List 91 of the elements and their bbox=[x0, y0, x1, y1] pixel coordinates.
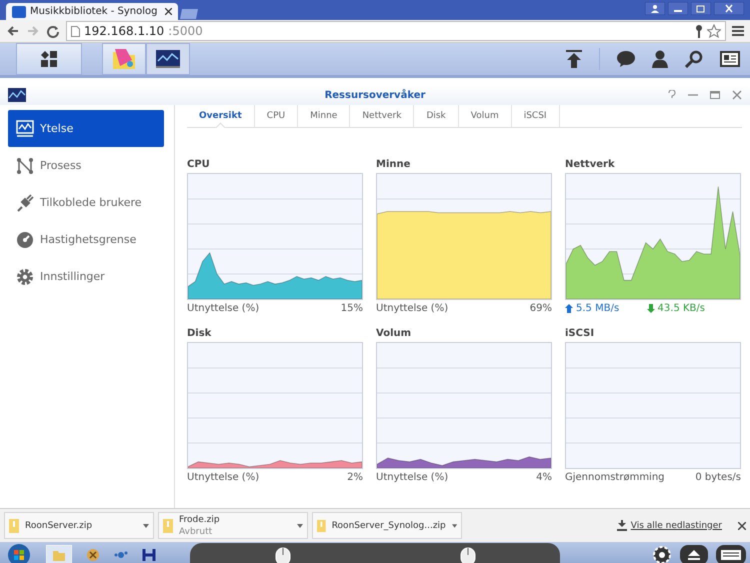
panel-title: CPU bbox=[187, 159, 211, 170]
download-item[interactable]: RoonServer_Synolog...zip bbox=[312, 512, 462, 539]
download-item[interactable]: RoonServer.zip bbox=[4, 512, 154, 539]
footer-value: 69% bbox=[530, 303, 552, 314]
caret-icon[interactable] bbox=[452, 524, 457, 528]
sidebar-item[interactable]: Prosess bbox=[8, 147, 164, 184]
menu-icon[interactable] bbox=[732, 25, 744, 37]
upload-icon[interactable] bbox=[566, 50, 582, 68]
download-speed: 43.5 KB/s bbox=[658, 303, 705, 314]
browser-tab[interactable]: Musikkbibliotek - Synolog bbox=[6, 3, 178, 20]
sidebar-item[interactable]: Ytelse bbox=[8, 110, 164, 147]
footer-value: 4% bbox=[536, 472, 552, 483]
panel-title: Nettverk bbox=[565, 159, 616, 170]
new-tab-icon[interactable] bbox=[178, 8, 200, 20]
sidebar-item[interactable]: Innstillinger bbox=[8, 258, 164, 295]
panel-title: Volum bbox=[376, 328, 412, 339]
folder-icon bbox=[112, 48, 136, 70]
monitor-chart-icon bbox=[8, 88, 26, 102]
page-icon bbox=[71, 26, 80, 36]
star-icon[interactable] bbox=[707, 24, 721, 38]
keyboard-icon[interactable] bbox=[716, 545, 746, 563]
gauge-icon bbox=[16, 230, 34, 248]
start-icon[interactable] bbox=[6, 543, 32, 563]
gear-icon[interactable] bbox=[652, 545, 672, 563]
footer-value: 15% bbox=[340, 303, 363, 314]
panel-title: Disk bbox=[187, 328, 212, 339]
close-icon[interactable] bbox=[738, 522, 746, 530]
panel-title: Minne bbox=[376, 159, 412, 170]
zip-file-icon bbox=[9, 518, 19, 532]
nodes-icon bbox=[16, 156, 34, 174]
upload-speed: 5.5 MB/s bbox=[576, 303, 620, 314]
zip-file-icon bbox=[163, 518, 173, 532]
url-text: 192.168.1.10 bbox=[84, 24, 164, 38]
tab-title: Musikkbibliotek - Synolog bbox=[30, 6, 158, 17]
key-icon bbox=[695, 24, 703, 38]
main-menu-button[interactable] bbox=[16, 43, 82, 75]
user-icon[interactable] bbox=[645, 2, 665, 15]
h-icon[interactable] bbox=[142, 548, 156, 562]
chart-icon bbox=[16, 120, 34, 138]
tab[interactable]: Volum bbox=[458, 105, 512, 127]
minimize-icon[interactable] bbox=[668, 2, 688, 15]
help-icon[interactable] bbox=[668, 90, 676, 100]
footer-label: Utnyttelse (%) bbox=[376, 303, 448, 314]
tab[interactable]: iSCSI bbox=[512, 105, 560, 127]
caret-icon[interactable] bbox=[143, 524, 149, 528]
download-status: Avbrutt bbox=[179, 526, 214, 538]
mouse-icon[interactable] bbox=[458, 546, 476, 563]
footer-value: 0 bytes/s bbox=[695, 472, 741, 483]
tab[interactable]: CPU bbox=[254, 105, 298, 127]
zip-file-icon bbox=[317, 518, 326, 532]
footer-label: Utnyttelse (%) bbox=[187, 472, 260, 483]
file-name: Frode.zip bbox=[179, 514, 221, 526]
maximize-icon[interactable] bbox=[710, 90, 720, 100]
file-name: RoonServer.zip bbox=[25, 520, 94, 532]
panel-title: iSCSI bbox=[565, 328, 596, 339]
plug-icon bbox=[16, 194, 34, 212]
caret-icon[interactable] bbox=[297, 524, 303, 528]
tab[interactable]: Disk bbox=[414, 105, 459, 127]
dsm-logo-icon bbox=[12, 6, 26, 18]
tab[interactable]: Nettverk bbox=[350, 105, 414, 127]
search-icon[interactable] bbox=[685, 50, 703, 68]
show-all-downloads-link[interactable]: Vis alle nedlastinger bbox=[630, 520, 722, 530]
upload-arrow-icon bbox=[565, 304, 573, 313]
resource-monitor-button[interactable] bbox=[146, 43, 190, 75]
monitor-chart-icon bbox=[156, 50, 180, 68]
footer-value: 2% bbox=[347, 472, 363, 483]
download-icon bbox=[616, 520, 627, 531]
mouse-icon[interactable] bbox=[274, 546, 292, 563]
eject-icon[interactable] bbox=[680, 545, 708, 563]
back-icon[interactable] bbox=[6, 24, 20, 38]
tab[interactable]: Minne bbox=[298, 105, 350, 127]
footer-label: Gjennomstrømming bbox=[565, 472, 665, 483]
footer-label: Utnyttelse (%) bbox=[187, 303, 260, 314]
download-item[interactable]: Frode.zip Avbrutt bbox=[158, 512, 308, 539]
file-name: RoonServer_Synolog...zip bbox=[332, 520, 446, 532]
close-icon[interactable] bbox=[714, 2, 744, 15]
sidebar-item[interactable]: Hastighetsgrense bbox=[8, 221, 164, 258]
sidebar-item[interactable]: Tilkoblede brukere bbox=[8, 184, 164, 221]
settings-icon bbox=[16, 268, 34, 286]
grid-icon bbox=[40, 50, 58, 68]
footer-label: Utnyttelse (%) bbox=[376, 472, 448, 483]
window-title: Ressursovervåker bbox=[324, 90, 426, 100]
reload-icon[interactable] bbox=[46, 24, 60, 38]
chat-icon[interactable] bbox=[617, 51, 635, 67]
download-arrow-icon bbox=[646, 304, 655, 313]
close-icon[interactable] bbox=[165, 8, 172, 15]
widget-icon[interactable] bbox=[720, 51, 740, 67]
restore-icon[interactable] bbox=[691, 2, 711, 15]
user-icon[interactable] bbox=[652, 50, 668, 68]
url-text: :5000 bbox=[168, 24, 203, 38]
address-bar[interactable]: 192.168.1.10 :5000 bbox=[66, 21, 726, 41]
